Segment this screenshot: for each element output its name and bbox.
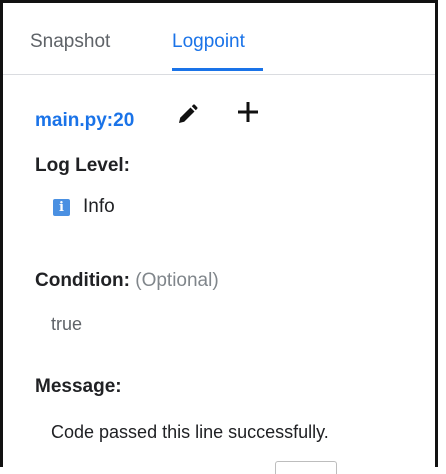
message-input[interactable]: Code passed this line successfully. [51, 422, 329, 443]
tab-snapshot[interactable]: Snapshot [30, 31, 110, 53]
condition-label-text: Condition: [35, 270, 130, 291]
location-row: main.py:20 [35, 106, 134, 136]
message-label: Message: [35, 376, 122, 397]
log-level-value: Info [83, 196, 115, 217]
info-icon: i [53, 198, 70, 216]
tab-logpoint[interactable]: Logpoint [172, 31, 245, 53]
bottom-button[interactable] [275, 461, 337, 474]
source-location-link[interactable]: main.py:20 [35, 110, 134, 132]
tab-bar: Snapshot Logpoint [3, 3, 435, 75]
condition-optional-hint: (Optional) [135, 270, 219, 291]
plus-icon[interactable] [235, 99, 261, 125]
log-level-select[interactable]: i Info [53, 196, 115, 218]
active-tab-indicator [172, 68, 263, 71]
condition-label: Condition: (Optional) [35, 270, 219, 292]
condition-input[interactable]: true [51, 314, 82, 335]
logpoint-panel: Snapshot Logpoint main.py:20 Log Level: … [0, 0, 438, 474]
log-level-label: Log Level: [35, 155, 131, 176]
pencil-icon[interactable] [175, 103, 199, 127]
